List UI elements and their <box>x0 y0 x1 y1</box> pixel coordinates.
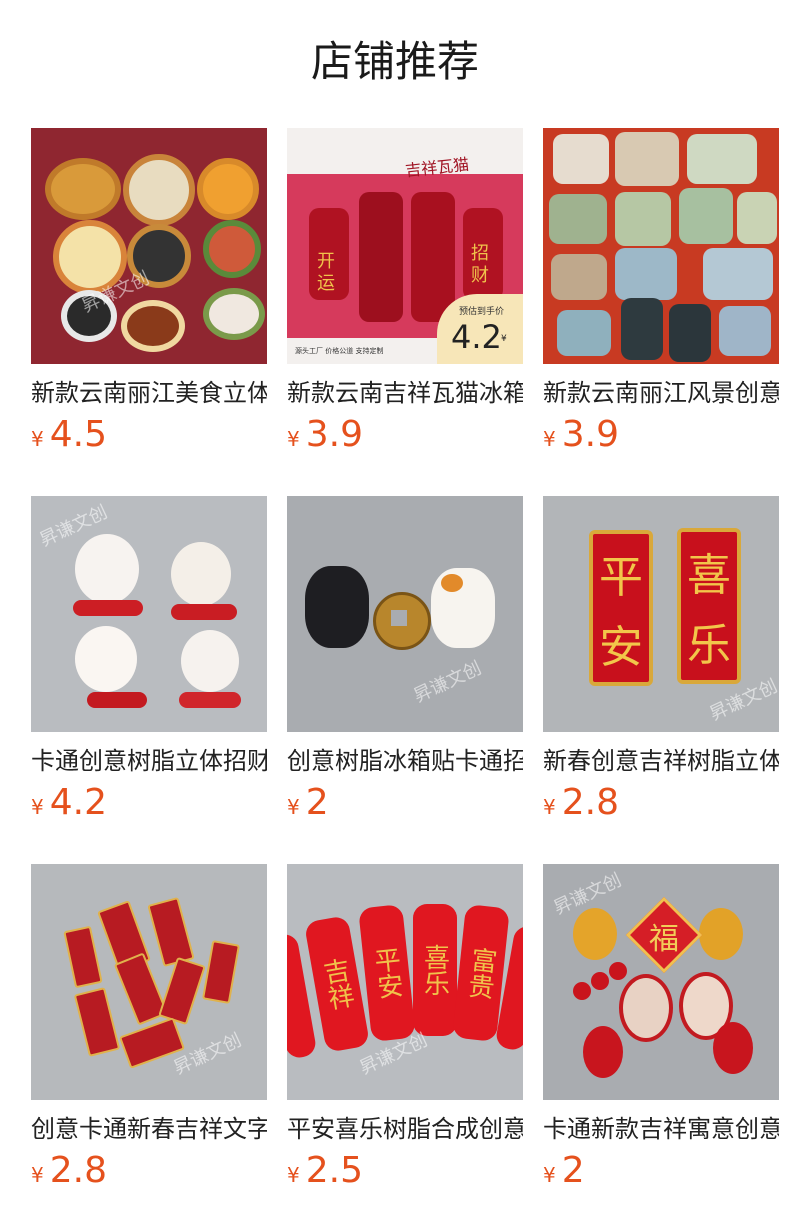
product-image: 福 昇谦文创 <box>543 864 779 1100</box>
product-title: 卡通创意树脂立体招财猫 <box>31 747 267 775</box>
product-title: 新春创意吉祥树脂立体冰箱贴 <box>543 747 779 775</box>
currency-symbol: ¥ <box>287 795 300 819</box>
price-badge: 预估到手价 4.2 ¥ <box>437 294 523 364</box>
product-price: ¥ 2.8 <box>543 782 779 823</box>
currency-symbol: ¥ <box>543 795 556 819</box>
product-image: 昇谦文创 <box>287 496 523 732</box>
fu-char: 福 <box>649 922 679 957</box>
product-card[interactable]: 吉祥瓦猫 开 运 招 财 预估到手价 4.2 ¥ 源头工厂 价格公道 支持定制 … <box>287 128 523 496</box>
currency-symbol: ¥ <box>31 427 44 451</box>
watermark: 昇谦文创 <box>170 1029 245 1080</box>
price-value: 3.9 <box>561 414 619 455</box>
product-price: ¥ 2 <box>287 782 523 823</box>
bar-text: 喜乐 <box>419 944 450 996</box>
product-card[interactable]: 昇谦文创 卡通创意树脂立体招财猫 ¥ 4.2 <box>31 496 267 864</box>
product-price: ¥ 2.8 <box>31 1150 267 1191</box>
watermark: 昇谦文创 <box>410 657 485 708</box>
product-card[interactable]: 福 昇谦文创 卡通新款吉祥寓意创意冰箱贴 ¥ 2 <box>543 864 779 1232</box>
plaque-right: 喜 乐 <box>677 528 741 684</box>
product-title: 创意树脂冰箱贴卡通招财猫 <box>287 747 523 775</box>
product-card[interactable]: 吉祥 平安 喜乐 富贵 昇谦文创 平安喜乐树脂合成创意冰箱贴 ¥ 2.5 <box>287 864 523 1232</box>
product-price: ¥ 2.5 <box>287 1150 523 1191</box>
product-title: 新款云南丽江风景创意冰箱贴 <box>543 379 779 407</box>
price-value: 2.8 <box>49 1150 107 1191</box>
currency-symbol: ¥ <box>287 1163 300 1187</box>
page-header: 店铺推荐 <box>0 0 790 128</box>
product-image: 昇谦文创 <box>31 864 267 1100</box>
bar-text: 吉祥 <box>317 955 356 1013</box>
product-price: ¥ 3.9 <box>287 414 523 455</box>
product-card[interactable]: 平 安 喜 乐 昇谦文创 新春创意吉祥树脂立体冰箱贴 ¥ 2.8 <box>543 496 779 864</box>
image-footer: 源头工厂 价格公道 支持定制 <box>287 338 437 364</box>
image-char: 开 <box>317 251 335 272</box>
product-title: 卡通新款吉祥寓意创意冰箱贴 <box>543 1115 779 1143</box>
product-card[interactable]: 新款云南丽江风景创意冰箱贴 ¥ 3.9 <box>543 128 779 496</box>
plaque-left: 平 安 <box>589 530 653 686</box>
product-title: 创意卡通新春吉祥文字冰箱贴 <box>31 1115 267 1143</box>
product-title: 平安喜乐树脂合成创意冰箱贴 <box>287 1115 523 1143</box>
currency-symbol: ¥ <box>543 1163 556 1187</box>
currency-symbol: ¥ <box>287 427 300 451</box>
product-grid: 昇谦文创 新款云南丽江美食立体冰箱贴 ¥ 4.5 吉祥瓦猫 开 运 招 财 预估… <box>31 128 779 1232</box>
product-card[interactable]: 昇谦文创 创意卡通新春吉祥文字冰箱贴 ¥ 2.8 <box>31 864 267 1232</box>
bar-text: 平安 <box>368 945 405 1001</box>
image-char: 运 <box>317 273 335 294</box>
product-price: ¥ 4.5 <box>31 414 267 455</box>
product-image: 吉祥 平安 喜乐 富贵 昇谦文创 <box>287 864 523 1100</box>
product-title: 新款云南丽江美食立体冰箱贴 <box>31 379 267 407</box>
product-image: 吉祥瓦猫 开 运 招 财 预估到手价 4.2 ¥ 源头工厂 价格公道 支持定制 <box>287 128 523 364</box>
product-price: ¥ 4.2 <box>31 782 267 823</box>
price-value: 2 <box>305 782 329 823</box>
image-heading: 吉祥瓦猫 <box>404 154 470 181</box>
currency-symbol: ¥ <box>543 427 556 451</box>
page-title: 店铺推荐 <box>310 36 479 86</box>
product-card[interactable]: 昇谦文创 创意树脂冰箱贴卡通招财猫 ¥ 2 <box>287 496 523 864</box>
price-value: 2.5 <box>305 1150 363 1191</box>
price-value: 2.8 <box>561 782 619 823</box>
product-price: ¥ 2 <box>543 1150 779 1191</box>
product-price: ¥ 3.9 <box>543 414 779 455</box>
price-value: 4.2 <box>49 782 107 823</box>
currency-symbol: ¥ <box>31 795 44 819</box>
price-value: 2 <box>561 1150 585 1191</box>
product-card[interactable]: 昇谦文创 新款云南丽江美食立体冰箱贴 ¥ 4.5 <box>31 128 267 496</box>
currency-symbol: ¥ <box>31 1163 44 1187</box>
product-title: 新款云南吉祥瓦猫冰箱贴 <box>287 379 523 407</box>
bar-text: 富贵 <box>462 945 499 1001</box>
price-value: 3.9 <box>305 414 363 455</box>
product-image <box>543 128 779 364</box>
price-value: 4.5 <box>49 414 107 455</box>
product-image: 平 安 喜 乐 昇谦文创 <box>543 496 779 732</box>
product-image: 昇谦文创 <box>31 496 267 732</box>
image-char: 招 <box>471 243 489 264</box>
image-char: 财 <box>471 265 489 286</box>
product-image: 昇谦文创 <box>31 128 267 364</box>
